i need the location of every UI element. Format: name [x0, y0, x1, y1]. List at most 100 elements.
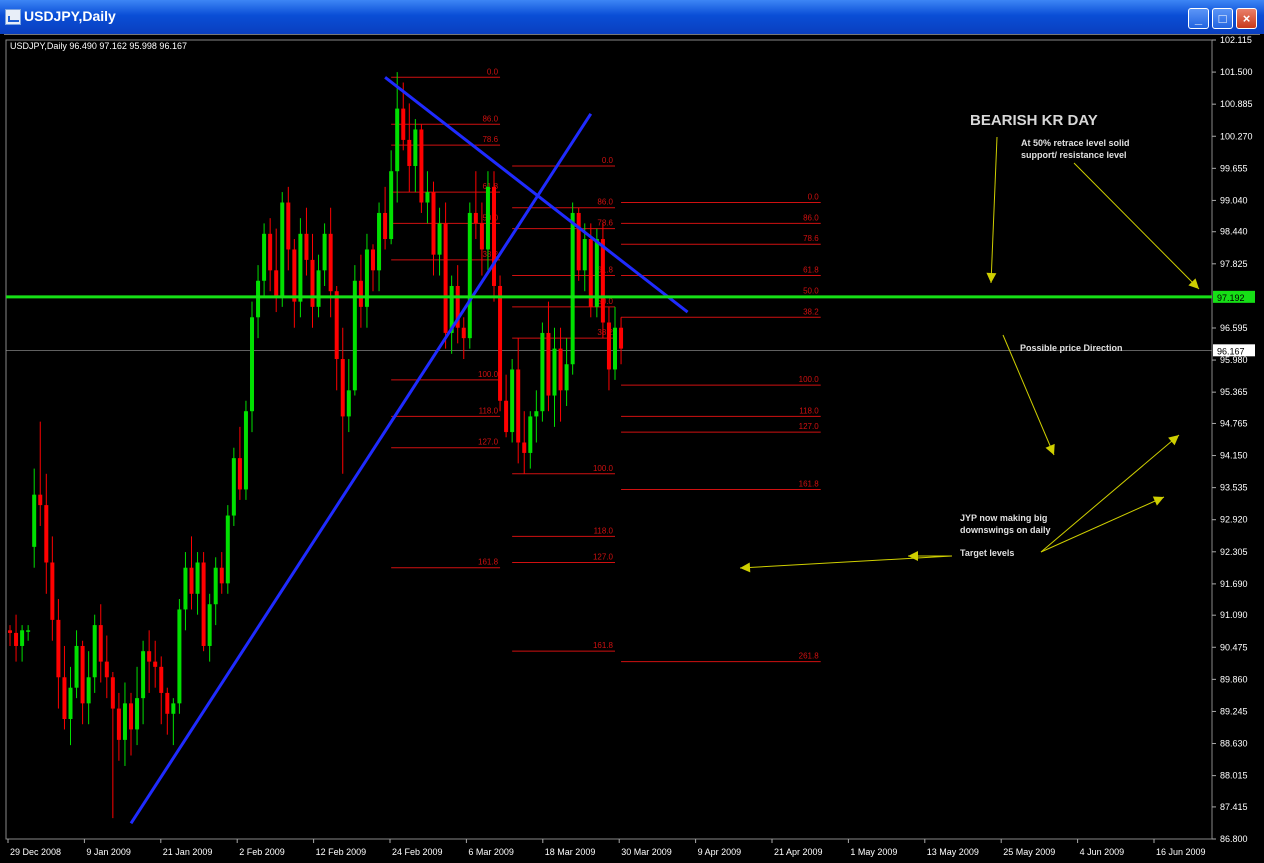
x-tick-label: 1 May 2009	[850, 847, 897, 857]
x-tick-label: 13 May 2009	[927, 847, 979, 857]
candle-body	[389, 171, 394, 240]
candle-body	[243, 411, 248, 490]
x-tick-label: 30 Mar 2009	[621, 847, 672, 857]
x-tick-label: 12 Feb 2009	[316, 847, 367, 857]
y-tick-label: 94.765	[1220, 418, 1248, 428]
fib-level-label: 61.8	[597, 266, 613, 275]
candle-body	[498, 285, 503, 401]
support-price-tag: 97.192	[1217, 293, 1245, 303]
candle-body	[44, 505, 49, 563]
annotation-arrow	[990, 136, 998, 284]
candle-body	[286, 202, 291, 250]
candle-body	[461, 327, 466, 339]
x-tick-label: 21 Jan 2009	[163, 847, 213, 857]
y-tick-label: 102.115	[1220, 35, 1252, 45]
x-tick-label: 6 Mar 2009	[468, 847, 514, 857]
x-tick-label: 2 Feb 2009	[239, 847, 285, 857]
fib-level-label: 86.0	[803, 213, 819, 222]
x-tick-label: 4 Jun 2009	[1080, 847, 1125, 857]
candle-body	[122, 703, 127, 740]
candle-body	[62, 677, 67, 720]
candle-body	[50, 562, 55, 620]
candle-body	[92, 625, 97, 678]
candle-body	[207, 604, 212, 646]
candle-body	[437, 223, 442, 255]
candle-body	[141, 651, 146, 699]
title-bar[interactable]: USDJPY,Daily _ □ ×	[0, 0, 1264, 34]
maximize-button[interactable]: □	[1212, 8, 1233, 29]
y-tick-label: 95.980	[1220, 355, 1248, 365]
candle-body	[316, 270, 321, 307]
ohlc-header: USDJPY,Daily 96.490 97.162 95.998 96.167	[10, 41, 187, 51]
close-button[interactable]: ×	[1236, 8, 1257, 29]
annotation-arrow	[1002, 334, 1055, 456]
fib-level-label: 38.2	[597, 328, 613, 337]
candle-body	[225, 515, 230, 584]
candle-body	[147, 651, 152, 662]
fib-level-label: 127.0	[478, 438, 499, 447]
candle-body	[546, 332, 551, 396]
candle-body	[237, 458, 242, 490]
candle-body	[159, 666, 164, 693]
fib-level-label: 78.6	[597, 219, 613, 228]
candle-body	[129, 703, 133, 730]
fib-level-label: 261.8	[799, 652, 820, 661]
x-tick-label: 21 Apr 2009	[774, 847, 823, 857]
candle-body	[38, 494, 43, 506]
candle-body	[552, 348, 557, 396]
candle-body	[177, 609, 182, 704]
minimize-button[interactable]: _	[1188, 8, 1209, 29]
y-tick-label: 88.630	[1220, 739, 1248, 749]
candle-body	[443, 223, 448, 333]
candle-body	[86, 677, 91, 704]
candle-body	[213, 567, 218, 605]
candle-body	[558, 348, 563, 391]
candle-body	[74, 645, 79, 688]
candle-body	[479, 223, 484, 250]
retrace-note: support/ resistance level	[1021, 150, 1127, 160]
annotation-arrow	[1040, 496, 1165, 553]
candle-body	[401, 108, 406, 140]
fib-level-label: 100.0	[799, 375, 820, 384]
candle-body	[104, 661, 109, 678]
chart-area[interactable]: 102.115 101.500 100.885 100.270 99.655 99.040…	[4, 34, 1260, 863]
candle-body	[540, 332, 545, 412]
fib-level-label: 118.0	[479, 406, 499, 415]
candle-body	[492, 186, 496, 286]
annotation-arrowhead	[1168, 435, 1179, 446]
y-tick-label: 89.245	[1220, 706, 1248, 716]
y-tick-label: 91.090	[1220, 610, 1248, 620]
fib-level-label: 100.0	[593, 464, 614, 473]
candle-body	[304, 233, 309, 260]
x-tick-label: 16 Jun 2009	[1156, 847, 1206, 857]
x-tick-label: 18 Mar 2009	[545, 847, 596, 857]
fib-level-label: 50.0	[482, 213, 498, 222]
candle-body	[268, 233, 273, 271]
candle-body	[14, 632, 19, 646]
candle-body	[183, 567, 188, 610]
bearish-kr-day-label: BEARISH KR DAY	[970, 112, 1098, 129]
candle-body	[250, 317, 254, 412]
x-tick-label: 24 Feb 2009	[392, 847, 443, 857]
x-tick-label: 25 May 2009	[1003, 847, 1055, 857]
y-tick-label: 91.690	[1220, 579, 1248, 589]
annotation-arrowhead	[908, 551, 918, 561]
candle-body	[110, 677, 115, 709]
fib-level-label: 61.8	[803, 266, 819, 275]
candlestick-chart[interactable]: 102.115 101.500 100.885 100.270 99.655 99.040…	[4, 35, 1260, 863]
x-tick-label: 9 Jan 2009	[86, 847, 131, 857]
fib-level-label: 0.0	[808, 193, 820, 202]
candle-body	[153, 661, 158, 667]
annotation-arrowhead	[986, 272, 997, 283]
y-tick-label: 97.825	[1220, 259, 1248, 269]
candle-body	[219, 567, 224, 584]
jpy-note: JYP now making big	[960, 513, 1047, 523]
candle-body	[619, 327, 624, 349]
annotation-arrow	[739, 555, 953, 569]
fib-level-label: 0.0	[602, 156, 614, 165]
window-title: USDJPY,Daily	[24, 8, 116, 24]
candle-body	[20, 630, 25, 646]
candle-body	[298, 233, 303, 302]
candle-body	[328, 233, 333, 292]
candle-body	[407, 139, 412, 166]
